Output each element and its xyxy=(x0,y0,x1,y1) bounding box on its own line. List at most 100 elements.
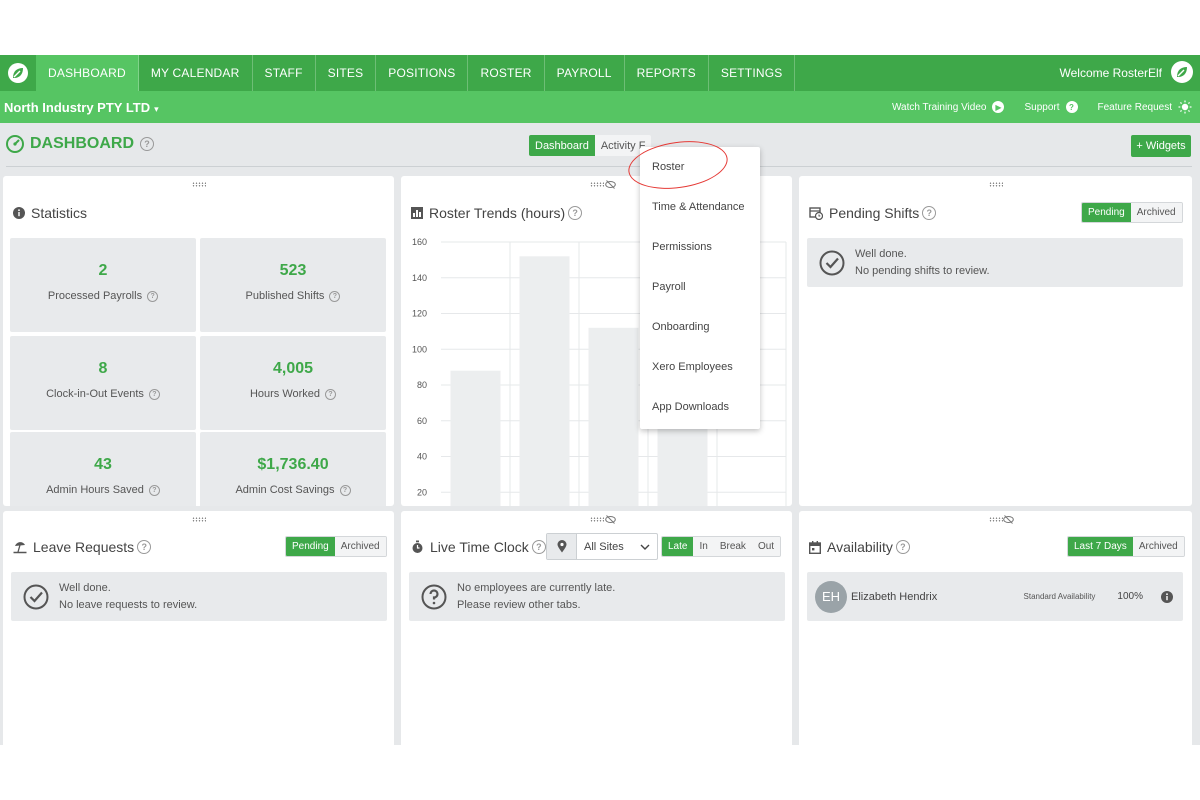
stopwatch-icon xyxy=(411,540,424,554)
tab-dashboard[interactable]: Dashboard xyxy=(529,135,595,156)
help-icon[interactable]: ? xyxy=(531,540,546,554)
hide-icon[interactable] xyxy=(605,515,616,526)
site-select-value: All Sites xyxy=(584,540,624,553)
toggle-pending[interactable]: Pending xyxy=(1082,203,1131,222)
bar[interactable] xyxy=(588,327,639,506)
stat-hours-worked[interactable]: 4,005 Hours Worked? xyxy=(200,336,386,430)
leaf-logo-icon[interactable] xyxy=(0,55,36,91)
pending-shifts-message: Well done. No pending shifts to review. xyxy=(807,238,1183,287)
message-line-1: Well done. xyxy=(855,247,907,260)
leave-requests-toggle: Pending Archived xyxy=(285,536,387,557)
help-icon[interactable]: ? xyxy=(137,540,152,554)
stat-value: 2 xyxy=(98,262,108,279)
menu-item-payroll[interactable]: Payroll xyxy=(640,267,760,307)
question-circle-icon xyxy=(421,584,447,610)
user-avatar-icon[interactable] xyxy=(1170,60,1194,87)
drag-handle-icon[interactable] xyxy=(589,182,604,187)
availability-row[interactable]: EH Elizabeth Hendrix Standard Availabili… xyxy=(807,572,1183,621)
filter-break[interactable]: Break xyxy=(713,537,752,556)
filter-out[interactable]: Out xyxy=(751,537,781,556)
leave-requests-title: Leave Requests ? xyxy=(13,539,152,555)
clock-filter-tabs: Late In Break Out xyxy=(661,536,782,557)
menu-item-permissions[interactable]: Permissions xyxy=(640,227,760,267)
help-icon[interactable]: ? xyxy=(325,388,337,400)
stat-admin-cost-savings[interactable]: $1,736.40 Admin Cost Savings? xyxy=(200,432,386,506)
drag-handle-icon[interactable] xyxy=(191,182,206,187)
info-icon[interactable] xyxy=(1161,590,1173,603)
menu-item-app-downloads[interactable]: App Downloads xyxy=(640,387,760,427)
message-line-1: Well done. xyxy=(59,581,111,594)
site-select[interactable]: All Sites xyxy=(546,533,658,560)
nav-reports[interactable]: REPORTS xyxy=(625,55,709,91)
feature-request-link[interactable]: Feature Request xyxy=(1098,100,1193,114)
feature-request-label: Feature Request xyxy=(1097,101,1173,113)
watch-training-link[interactable]: Watch Training Video ▶ xyxy=(892,101,1005,113)
toggle-pending[interactable]: Pending xyxy=(286,537,335,556)
nav-roster[interactable]: ROSTER xyxy=(468,55,545,91)
nav-my-calendar[interactable]: MY CALENDAR xyxy=(139,55,253,91)
lightbulb-icon xyxy=(1178,100,1192,114)
y-tick-label: 120 xyxy=(412,309,427,319)
availability-toggle: Last 7 Days Archived xyxy=(1067,536,1185,557)
menu-item-time-attendance[interactable]: Time & Attendance xyxy=(640,187,760,227)
employee-name: Elizabeth Hendrix xyxy=(851,590,938,603)
nav-sites[interactable]: SITES xyxy=(316,55,377,91)
y-tick-label: 20 xyxy=(417,487,427,497)
help-icon[interactable]: ? xyxy=(329,290,341,302)
hide-icon[interactable] xyxy=(605,180,616,191)
filter-in[interactable]: In xyxy=(693,537,714,556)
help-icon[interactable]: ? xyxy=(895,540,910,554)
header-divider xyxy=(6,166,1192,167)
drag-handle-icon[interactable] xyxy=(988,517,1003,522)
company-selector[interactable]: North Industry PTY LTD ▾ xyxy=(0,100,159,115)
nav-payroll[interactable]: PAYROLL xyxy=(545,55,625,91)
availability-panel: Availability ? Last 7 Days Archived EH E… xyxy=(799,511,1192,745)
sub-navigation: North Industry PTY LTD ▾ Watch Training V… xyxy=(0,91,1200,123)
nav-staff[interactable]: STAFF xyxy=(253,55,316,91)
calendar-icon xyxy=(809,540,821,554)
support-link[interactable]: Support ? xyxy=(1024,101,1078,113)
hide-icon[interactable] xyxy=(1003,515,1014,526)
app-window: DASHBOARD MY CALENDAR STAFF SITES POSITI… xyxy=(0,55,1200,745)
stat-admin-hours-saved[interactable]: 43 Admin Hours Saved? xyxy=(10,432,196,506)
toggle-archived[interactable]: Archived xyxy=(1132,537,1184,556)
drag-handle-icon[interactable] xyxy=(988,182,1003,187)
caret-down-icon: ▾ xyxy=(154,103,159,114)
check-circle-icon xyxy=(23,584,49,610)
statistics-title-text: Statistics xyxy=(31,205,88,221)
nav-dashboard[interactable]: DASHBOARD xyxy=(36,55,139,91)
menu-item-xero-employees[interactable]: Xero Employees xyxy=(640,347,760,387)
user-area: Welcome RosterElf xyxy=(1060,55,1200,91)
filter-late[interactable]: Late xyxy=(662,537,694,556)
nav-settings[interactable]: SETTINGS xyxy=(709,55,796,91)
stat-published-shifts[interactable]: 523 Published Shifts? xyxy=(200,238,386,332)
help-icon[interactable]: ? xyxy=(148,388,160,400)
help-icon[interactable]: ? xyxy=(339,484,351,496)
chevron-down-icon xyxy=(640,541,650,553)
stat-value: 8 xyxy=(98,360,108,377)
help-icon[interactable]: ? xyxy=(147,290,159,302)
nav-positions[interactable]: POSITIONS xyxy=(376,55,469,91)
drag-handle-icon[interactable] xyxy=(191,517,206,522)
menu-item-onboarding[interactable]: Onboarding xyxy=(640,307,760,347)
bar[interactable] xyxy=(519,256,570,506)
stat-processed-payrolls[interactable]: 2 Processed Payrolls? xyxy=(10,238,196,332)
help-icon[interactable]: ? xyxy=(148,484,160,496)
help-icon[interactable]: ? xyxy=(140,137,154,151)
pending-shifts-title: Pending Shifts ? xyxy=(809,205,937,221)
toggle-archived[interactable]: Archived xyxy=(1130,203,1182,222)
help-icon[interactable]: ? xyxy=(922,206,937,220)
bar[interactable] xyxy=(450,370,501,506)
check-circle-icon xyxy=(819,250,845,276)
y-tick-label: 100 xyxy=(412,344,427,354)
stat-value: 4,005 xyxy=(272,360,314,377)
toggle-last-7-days[interactable]: Last 7 Days xyxy=(1068,537,1133,556)
toggle-archived[interactable]: Archived xyxy=(334,537,386,556)
stat-label: Admin Hours Saved xyxy=(46,484,144,496)
help-icon[interactable]: ? xyxy=(568,206,583,220)
stat-value: $1,736.40 xyxy=(257,456,329,473)
drag-handle-icon[interactable] xyxy=(589,517,604,522)
stat-clock-events[interactable]: 8 Clock-in-Out Events? xyxy=(10,336,196,430)
add-widgets-button[interactable]: + Widgets xyxy=(1131,135,1191,157)
top-navigation: DASHBOARD MY CALENDAR STAFF SITES POSITI… xyxy=(0,55,1200,91)
